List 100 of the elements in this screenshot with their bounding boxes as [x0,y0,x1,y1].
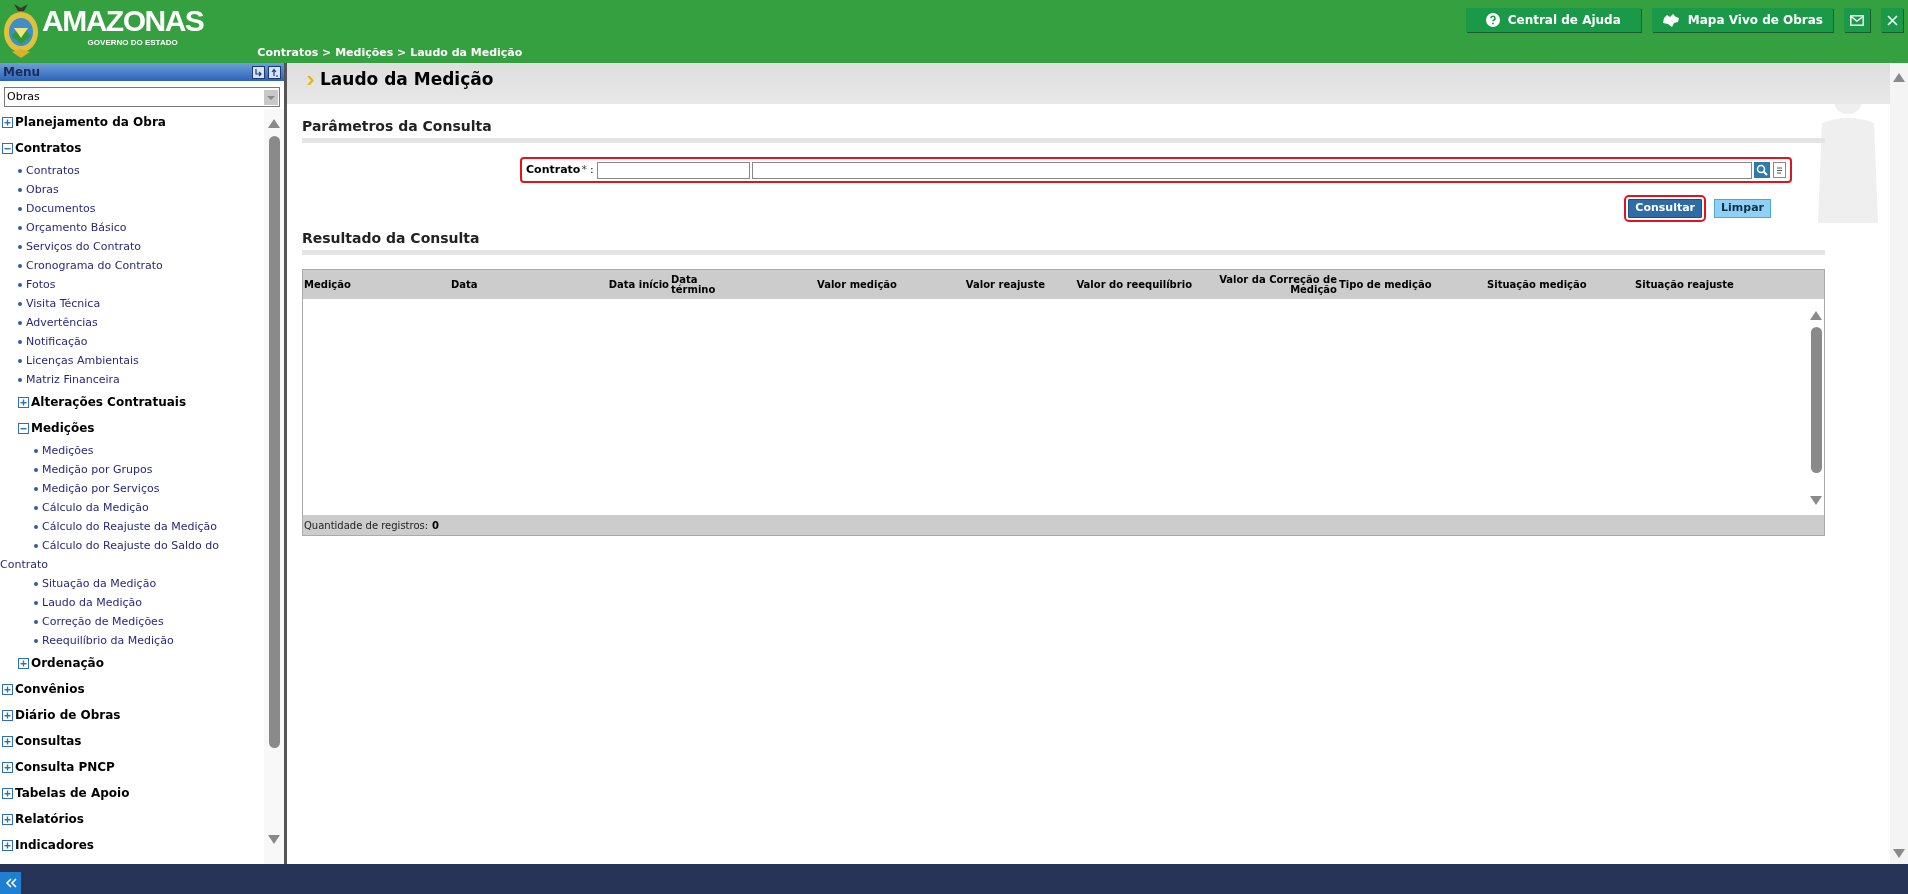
expand-icon[interactable] [2,813,13,825]
collapse-icon[interactable] [2,142,13,154]
column-header[interactable]: Data término [670,274,738,295]
menu-group[interactable]: Indicadores [15,839,94,851]
menu-link[interactable]: Cronograma do Contrato [0,256,260,275]
menu-link[interactable]: Matriz Financeira [0,370,260,389]
menu-link[interactable]: Notificação [0,332,260,351]
menu-group[interactable]: Diário de Obras [15,709,121,721]
scroll-down-icon[interactable] [268,835,280,844]
menu-group[interactable]: Consultas [15,735,82,747]
column-header[interactable]: Data [450,279,598,290]
expand-icon[interactable] [2,116,13,128]
bullet-icon [18,302,22,306]
bullet-icon [18,340,22,344]
bullet-icon [18,264,22,268]
collapse-bar-button[interactable] [0,872,21,894]
menu-link[interactable]: Advertências [0,313,260,332]
bullet-icon [34,468,38,472]
menu-group[interactable]: Consulta PNCP [15,761,115,773]
scroll-thumb[interactable] [268,136,280,748]
clear-button[interactable]: Limpar [1714,198,1771,218]
search-button[interactable] [1754,162,1770,178]
menu-group[interactable]: Planejamento da Obra [15,116,166,128]
menu-link[interactable]: Cálculo do Reajuste da Medição [0,517,260,536]
column-header[interactable]: Valor do reequilíbrio [1046,279,1193,290]
scroll-up-icon[interactable] [1810,311,1822,320]
section-heading: Resultado da Consulta [302,230,480,246]
bullet-icon [18,207,22,211]
menu-group[interactable]: Convênios [15,683,85,695]
menu-link[interactable]: Laudo da Medição [0,593,260,612]
contract-code-field[interactable] [596,161,750,179]
menu-group[interactable]: Contratos [15,142,82,154]
menu-link[interactable]: Contratos [0,161,260,180]
bullet-icon [18,283,22,287]
expand-icon[interactable] [18,396,29,408]
bullet-icon [34,487,38,491]
page-scrollbar[interactable] [1890,63,1908,864]
document-button[interactable] [1773,162,1786,178]
mail-button[interactable] [1844,8,1870,32]
column-header[interactable]: Medição [303,279,450,290]
bullet-icon [34,601,38,605]
column-header[interactable]: Valor da Correção de Medição [1193,274,1338,295]
menu-link[interactable]: Medição por Grupos [0,460,260,479]
menu-group[interactable]: Relatórios [15,813,84,825]
map-button[interactable]: Mapa Vivo de Obras [1651,8,1833,32]
expand-icon[interactable] [2,683,13,695]
column-header[interactable]: Data início [598,279,670,290]
contract-name-field[interactable] [751,161,1752,179]
menu-link[interactable]: Licenças Ambientais [0,351,260,370]
column-header[interactable]: Valor reajuste [898,279,1046,290]
menu-link[interactable]: Medições [0,441,260,460]
column-header[interactable]: Situação reajuste [1634,279,1823,290]
menu-link[interactable]: Visita Técnica [0,294,260,313]
close-button[interactable] [1881,8,1903,32]
document-icon [1776,165,1783,175]
menu-group[interactable]: Ordenação [31,657,104,669]
menu-link[interactable]: Serviços do Contrato [0,237,260,256]
expand-icon[interactable] [2,787,13,799]
scroll-down-icon[interactable] [1893,849,1905,858]
expand-icon[interactable] [2,735,13,747]
sidebar-scrollbar[interactable] [264,109,284,864]
menu-link[interactable]: Fotos [0,275,260,294]
menu-group[interactable]: Alterações Contratuais [31,396,187,408]
menu-link[interactable]: Situação da Medição [0,574,260,593]
column-header[interactable]: Tipo de medição [1338,279,1486,290]
help-button[interactable]: Central de Ajuda [1465,8,1641,32]
expand-icon[interactable] [2,761,13,773]
menu-link[interactable]: Medição por Serviços [0,479,260,498]
search-icon [1756,164,1768,176]
module-select[interactable]: Obras [4,87,280,107]
bullet-icon [34,582,38,586]
menu-group[interactable]: Medições [31,422,95,434]
menu-link[interactable]: Reequilíbrio da Medição [0,631,260,650]
menu-group[interactable]: Tabelas de Apoio [15,787,130,799]
expand-icon[interactable] [2,709,13,721]
scroll-up-icon[interactable] [1893,73,1905,82]
bullet-icon [18,245,22,249]
menu-link[interactable]: Obras [0,180,260,199]
scroll-up-icon[interactable] [268,119,280,128]
chevron-icon [307,76,314,85]
breadcrumb: Contratos > Medições > Laudo da Medição [257,44,523,61]
expand-icon[interactable] [2,839,13,851]
expand-menu-button[interactable] [268,65,281,79]
bullet-icon [34,506,38,510]
collapse-menu-button[interactable] [252,65,265,79]
scroll-thumb[interactable] [1810,327,1822,473]
menu-link[interactable]: Cálculo da Medição [0,498,260,517]
menu-link[interactable]: Orçamento Básico [0,218,260,237]
collapse-icon[interactable] [18,422,29,434]
menu-link[interactable]: Correção de Medições [0,612,260,631]
expand-icon[interactable] [18,657,29,669]
column-header[interactable]: Situação medição [1486,279,1634,290]
bullet-icon [18,188,22,192]
menu-link[interactable]: Documentos [0,199,260,218]
bullet-icon [34,449,38,453]
menu-title: Menu [3,64,41,81]
menu-link[interactable]: Cálculo do Reajuste do Saldo do Contrato [0,536,260,574]
scroll-down-icon[interactable] [1810,496,1822,505]
logo-title: AMAZONAS [42,6,204,36]
column-header[interactable]: Valor medição [738,279,898,290]
